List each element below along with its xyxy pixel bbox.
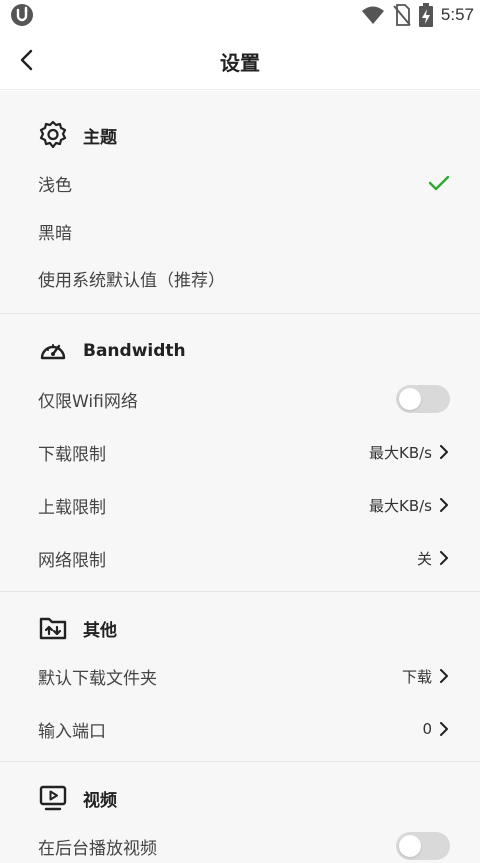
input-port-value-group: 0 <box>422 720 450 738</box>
wifi-only-row: 仅限Wifi网络 <box>38 382 450 416</box>
download-limit-value: 最大KB/s <box>369 443 432 462</box>
checkmark-icon <box>428 175 450 191</box>
divider <box>0 591 480 592</box>
upload-limit-row[interactable]: 上载限制 最大KB/s <box>38 488 450 522</box>
section-title-other: 其他 <box>83 620 117 641</box>
chevron-right-icon <box>440 498 448 512</box>
status-time: 5:57 <box>440 5 474 24</box>
download-folder-row[interactable]: 默认下载文件夹 下载 <box>38 659 450 693</box>
download-folder-value-group: 下载 <box>402 666 450 687</box>
theme-option-system[interactable]: 使用系统默认值（推荐） <box>38 261 450 295</box>
folder-upload-icon <box>39 617 67 640</box>
network-limit-value: 关 <box>416 549 432 568</box>
status-bar: 5:57 <box>0 0 480 30</box>
video-play-icon <box>39 785 67 811</box>
network-limit-row[interactable]: 网络限制 关 <box>38 541 450 575</box>
page-title: 设置 <box>220 51 260 75</box>
section-header-other: 其他 <box>38 612 117 644</box>
wifi-only-toggle[interactable] <box>396 385 450 413</box>
input-port-row[interactable]: 输入端口 0 <box>38 712 450 746</box>
download-limit-value-group: 最大KB/s <box>369 442 450 463</box>
theme-option-dark[interactable]: 黑暗 <box>38 214 450 248</box>
wifi-icon <box>361 6 384 24</box>
network-limit-label: 网络限制 <box>38 550 106 571</box>
download-limit-row[interactable]: 下载限制 最大KB/s <box>38 435 450 469</box>
toggle-knob <box>399 835 421 857</box>
utorrent-logo-icon <box>11 4 33 26</box>
theme-option-label: 浅色 <box>38 175 72 196</box>
section-title-video: 视频 <box>83 790 117 811</box>
download-limit-label: 下载限制 <box>38 444 106 465</box>
network-limit-value-group: 关 <box>417 548 450 569</box>
no-sim-icon <box>393 4 411 26</box>
chevron-right-icon <box>440 445 448 459</box>
background-play-row: 在后台播放视频 <box>38 829 450 863</box>
input-port-value: 0 <box>422 720 432 738</box>
download-folder-label: 默认下载文件夹 <box>38 668 157 689</box>
section-title-bandwidth: Bandwidth <box>83 341 186 361</box>
divider <box>0 313 480 314</box>
background-play-label: 在后台播放视频 <box>38 838 157 859</box>
chevron-right-icon <box>440 722 448 736</box>
toggle-knob <box>399 388 421 410</box>
theme-option-light[interactable]: 浅色 <box>38 166 450 200</box>
section-header-video: 视频 <box>38 782 117 814</box>
theme-option-label: 使用系统默认值（推荐） <box>38 270 225 291</box>
settings-list: 主题 浅色 黑暗 使用系统默认值（推荐） Bandwidth 仅限Wifi网络 … <box>0 91 480 863</box>
upload-limit-label: 上载限制 <box>38 497 106 518</box>
theme-option-label: 黑暗 <box>38 223 72 244</box>
divider <box>0 761 480 762</box>
app-bar: 设置 <box>0 30 480 90</box>
chevron-right-icon <box>440 669 448 683</box>
background-play-toggle[interactable] <box>396 832 450 860</box>
speedometer-icon <box>40 344 66 360</box>
upload-limit-value: 最大KB/s <box>369 496 432 515</box>
upload-limit-value-group: 最大KB/s <box>369 495 450 516</box>
gear-icon <box>39 120 67 149</box>
chevron-right-icon <box>440 551 448 565</box>
download-folder-value: 下载 <box>401 667 432 686</box>
section-header-theme: 主题 <box>38 119 117 151</box>
section-header-bandwidth: Bandwidth <box>38 335 186 367</box>
section-title-theme: 主题 <box>83 127 117 148</box>
input-port-label: 输入端口 <box>38 721 106 742</box>
battery-charging-icon <box>418 3 433 27</box>
wifi-only-label: 仅限Wifi网络 <box>38 391 138 412</box>
